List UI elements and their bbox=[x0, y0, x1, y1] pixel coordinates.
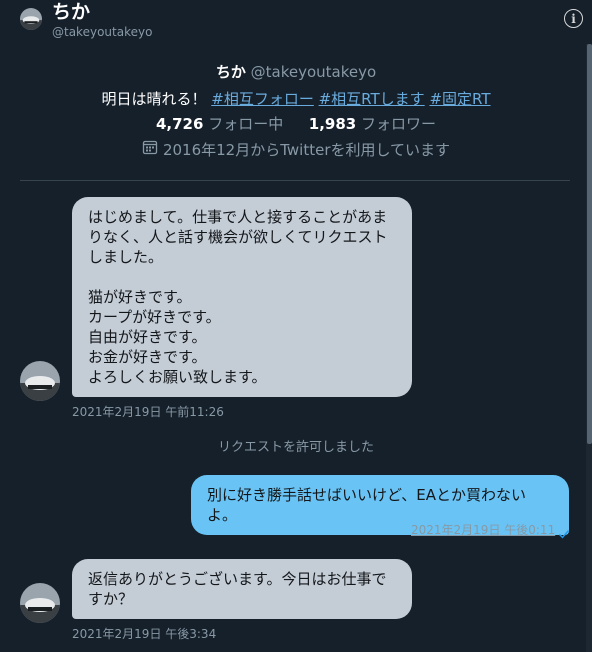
message-timestamp: 2021年2月19日 午前11:26 bbox=[72, 405, 224, 419]
header-name[interactable]: ちか bbox=[52, 0, 90, 24]
message-bubble-received[interactable]: はじめまして。仕事で人と接することがあまりなく、人と話す機会が欲しくてリクエスト… bbox=[72, 197, 412, 397]
following-count: 4,726 bbox=[155, 115, 204, 133]
profile-name[interactable]: ちか bbox=[216, 63, 246, 81]
profile-handle: @takeyoutakeyo bbox=[250, 63, 377, 81]
hashtag-link[interactable]: #固定RT bbox=[429, 90, 490, 108]
sender-avatar[interactable] bbox=[20, 583, 60, 623]
header-avatar[interactable] bbox=[20, 8, 42, 30]
joined-date: 2016年12月からTwitterを利用しています bbox=[0, 138, 592, 162]
bio-text: 明日は晴れる！ bbox=[101, 90, 207, 108]
info-icon[interactable]: i bbox=[564, 9, 583, 28]
followers-label: フォロワー bbox=[361, 115, 437, 133]
message-timestamp: 2021年2月19日 午後3:34 bbox=[72, 627, 217, 641]
profile-identity: ちか @takeyoutakeyo bbox=[0, 60, 592, 84]
calendar-icon bbox=[142, 138, 158, 162]
header-handle: @takeyoutakeyo bbox=[52, 25, 153, 39]
followers-stat[interactable]: 1,983 フォロワー bbox=[309, 115, 436, 133]
system-message: リクエストを許可しました bbox=[217, 440, 374, 455]
sender-avatar[interactable] bbox=[20, 361, 60, 401]
joined-text: 2016年12月からTwitterを利用しています bbox=[162, 141, 451, 159]
divider bbox=[20, 180, 570, 181]
profile-bio: 明日は晴れる！ #相互フォロー #相互RTします #固定RT bbox=[0, 88, 592, 110]
scrollbar-thumb[interactable] bbox=[587, 44, 592, 444]
hashtag-link[interactable]: #相互RTします bbox=[319, 90, 425, 108]
followers-count: 1,983 bbox=[308, 115, 357, 133]
following-stat[interactable]: 4,726 フォロー中 bbox=[156, 115, 283, 133]
conversation-header: ちか @takeyoutakeyo i bbox=[0, 0, 592, 44]
hashtag-link[interactable]: #相互フォロー bbox=[211, 90, 314, 108]
following-label: フォロー中 bbox=[208, 115, 284, 133]
message-timestamp[interactable]: 2021年2月19日 午後0:11 bbox=[411, 522, 555, 538]
message-bubble-received[interactable]: 返信ありがとうございます。今日はお仕事ですか？ bbox=[72, 559, 412, 619]
read-check-icon bbox=[558, 525, 570, 539]
profile-stats: 4,726 フォロー中 1,983 フォロワー bbox=[0, 112, 592, 136]
profile-summary: ちか @takeyoutakeyo 明日は晴れる！ #相互フォロー #相互RTし… bbox=[0, 60, 592, 162]
